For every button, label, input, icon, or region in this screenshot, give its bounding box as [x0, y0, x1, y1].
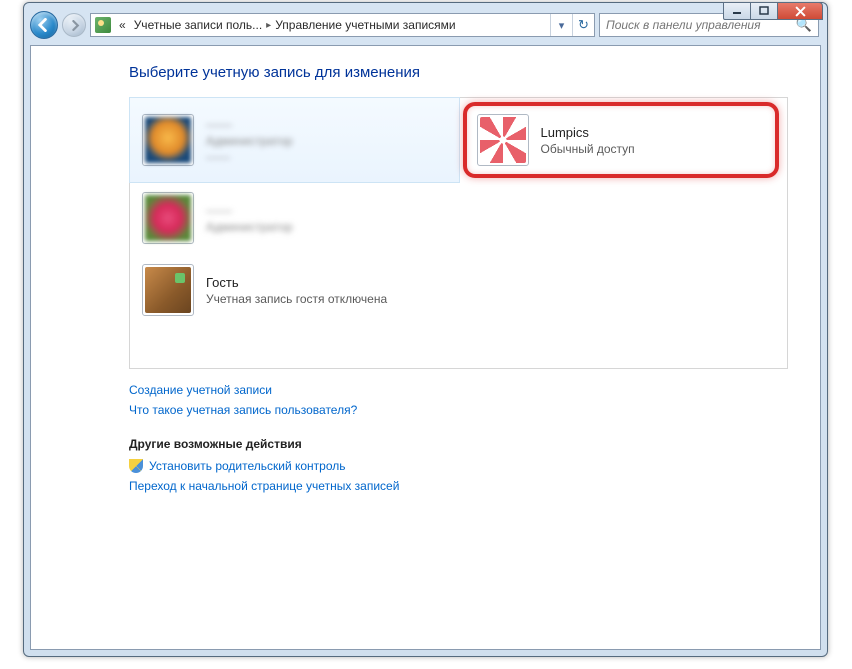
shield-icon — [129, 459, 143, 473]
window-frame: « Учетные записи поль... ▸ Управление уч… — [23, 2, 828, 657]
account-item-admin-1[interactable]: —— Администратор —— — [129, 97, 460, 183]
titlebar-controls — [724, 2, 823, 20]
breadcrumb-seg-2[interactable]: Управление учетными записями — [271, 14, 459, 36]
address-bar[interactable]: « Учетные записи поль... ▸ Управление уч… — [90, 13, 595, 37]
avatar — [142, 192, 194, 244]
accounts-home-link[interactable]: Переход к начальной странице учетных зап… — [129, 479, 792, 493]
other-actions-heading: Другие возможные действия — [129, 437, 792, 451]
breadcrumb-seg-1[interactable]: Учетные записи поль... — [130, 14, 266, 36]
account-item-admin-2[interactable]: —— Администратор — [130, 182, 459, 254]
account-type: Учетная запись гостя отключена — [206, 292, 387, 306]
what-is-account-link[interactable]: Что такое учетная запись пользователя? — [129, 403, 792, 417]
avatar — [142, 114, 194, 166]
account-info: Lumpics Обычный доступ — [541, 125, 635, 156]
avatar — [477, 114, 529, 166]
account-info: Гость Учетная запись гостя отключена — [206, 275, 387, 306]
forward-button[interactable] — [62, 13, 86, 37]
links-block: Создание учетной записи Что такое учетна… — [129, 383, 792, 493]
account-item-lumpics[interactable]: Lumpics Обычный доступ — [463, 102, 780, 178]
account-item-guest[interactable]: Гость Учетная запись гостя отключена — [130, 254, 459, 326]
back-button[interactable] — [30, 11, 58, 39]
refresh-button[interactable]: ↻ — [572, 14, 594, 36]
account-name: Lumpics — [541, 125, 635, 140]
account-info: —— Администратор —— — [206, 117, 293, 164]
account-name: —— — [206, 117, 293, 132]
breadcrumb-prefix: « — [115, 14, 130, 36]
page-title: Выберите учетную запись для изменения — [129, 64, 792, 81]
account-type: Обычный доступ — [541, 142, 635, 156]
control-panel-icon — [95, 17, 111, 33]
account-name: Гость — [206, 275, 387, 290]
account-extra: —— — [206, 150, 293, 164]
address-dropdown-button[interactable]: ▾ — [550, 14, 572, 36]
account-info: —— Администратор — [206, 203, 293, 234]
content-area: Выберите учетную запись для изменения ——… — [30, 45, 821, 650]
create-account-link[interactable]: Создание учетной записи — [129, 383, 792, 397]
parental-control-label: Установить родительский контроль — [149, 459, 346, 473]
accounts-panel: —— Администратор —— Lumpics Обычный дост… — [129, 97, 788, 369]
avatar — [142, 264, 194, 316]
parental-control-link[interactable]: Установить родительский контроль — [129, 459, 792, 473]
close-button[interactable] — [777, 2, 823, 20]
account-name: —— — [206, 203, 293, 218]
account-type: Администратор — [206, 220, 293, 234]
maximize-button[interactable] — [750, 2, 778, 20]
nav-bar: « Учетные записи поль... ▸ Управление уч… — [30, 9, 821, 41]
minimize-button[interactable] — [723, 2, 751, 20]
account-type: Администратор — [206, 134, 293, 148]
search-input[interactable] — [606, 18, 796, 32]
